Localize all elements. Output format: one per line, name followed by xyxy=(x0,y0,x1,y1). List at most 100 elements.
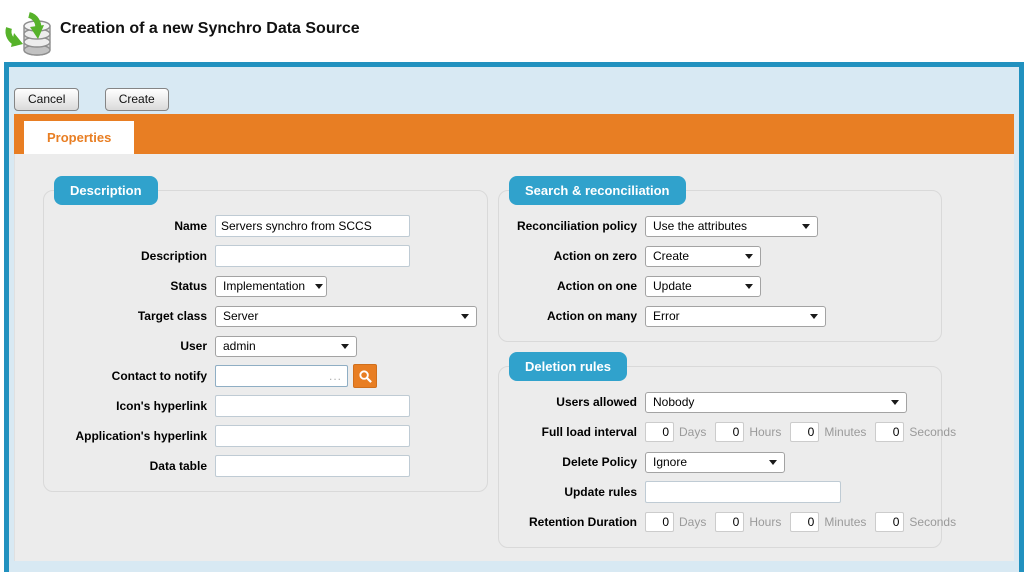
cancel-button[interactable]: Cancel xyxy=(14,88,79,111)
retention-hours-input[interactable] xyxy=(715,512,744,532)
users-allowed-select-value: Nobody xyxy=(653,395,694,409)
status-select[interactable]: Implementation xyxy=(215,276,327,297)
name-label: Name xyxy=(54,219,207,233)
action-on-many-select[interactable]: Error xyxy=(645,306,826,327)
search-icon xyxy=(358,369,373,384)
create-button[interactable]: Create xyxy=(105,88,169,111)
reconciliation-policy-label: Reconciliation policy xyxy=(509,219,637,233)
chevron-down-icon xyxy=(745,254,753,259)
fieldset-description-legend: Description xyxy=(54,176,158,205)
icon-hyperlink-input[interactable] xyxy=(215,395,410,417)
action-on-zero-label: Action on zero xyxy=(509,249,637,263)
field-row-action-on-one: Action on one Update xyxy=(509,275,931,297)
full-load-seconds-input[interactable] xyxy=(875,422,904,442)
chevron-down-icon xyxy=(802,224,810,229)
field-row-status: Status Implementation xyxy=(54,275,477,297)
contact-to-notify-label: Contact to notify xyxy=(54,369,207,383)
users-allowed-label: Users allowed xyxy=(509,395,637,409)
chevron-down-icon xyxy=(315,284,323,289)
data-table-label: Data table xyxy=(54,459,207,473)
status-label: Status xyxy=(54,279,207,293)
delete-policy-label: Delete Policy xyxy=(509,455,637,469)
update-rules-input[interactable] xyxy=(645,481,841,503)
status-select-value: Implementation xyxy=(223,279,305,293)
minutes-unit-label: Minutes xyxy=(824,425,866,439)
field-row-data-table: Data table xyxy=(54,455,477,477)
tab-bar: Properties xyxy=(14,114,1014,154)
retention-duration-label: Retention Duration xyxy=(509,515,637,529)
form-frame: Cancel Create Properties Description Nam… xyxy=(4,62,1024,572)
contact-search-button[interactable] xyxy=(353,364,377,388)
users-allowed-select[interactable]: Nobody xyxy=(645,392,907,413)
field-row-icon-hyperlink: Icon's hyperlink xyxy=(54,395,477,417)
fieldset-deletion-rules: Deletion rules Users allowed Nobody Full… xyxy=(498,366,942,548)
retention-seconds-input[interactable] xyxy=(875,512,904,532)
field-row-user: User admin xyxy=(54,335,477,357)
action-on-zero-select-value: Create xyxy=(653,249,689,263)
toolbar: Cancel Create xyxy=(14,67,1014,114)
application-hyperlink-label: Application's hyperlink xyxy=(54,429,207,443)
hours-unit-label: Hours xyxy=(749,515,781,529)
action-on-one-select-value: Update xyxy=(653,279,692,293)
properties-panel: Description Name Description Status Impl… xyxy=(14,154,1014,561)
contact-to-notify-input[interactable] xyxy=(215,365,348,387)
field-row-delete-policy: Delete Policy Ignore xyxy=(509,451,931,473)
seconds-unit-label: Seconds xyxy=(909,425,956,439)
chevron-down-icon xyxy=(769,460,777,465)
action-on-one-select[interactable]: Update xyxy=(645,276,761,297)
icon-hyperlink-label: Icon's hyperlink xyxy=(54,399,207,413)
minutes-unit-label: Minutes xyxy=(824,515,866,529)
hours-unit-label: Hours xyxy=(749,425,781,439)
fieldset-search-reconciliation: Search & reconciliation Reconciliation p… xyxy=(498,190,942,342)
reconciliation-policy-select-value: Use the attributes xyxy=(653,219,747,233)
fieldset-deletion-rules-legend: Deletion rules xyxy=(509,352,627,381)
chevron-down-icon xyxy=(745,284,753,289)
field-row-retention-duration: Retention Duration Days Hours Minutes Se… xyxy=(509,511,931,533)
full-load-minutes-input[interactable] xyxy=(790,422,819,442)
tab-properties[interactable]: Properties xyxy=(24,121,134,154)
chevron-down-icon xyxy=(461,314,469,319)
name-input[interactable] xyxy=(215,215,410,237)
field-row-target-class: Target class Server xyxy=(54,305,477,327)
days-unit-label: Days xyxy=(679,515,706,529)
fieldset-search-reconciliation-legend: Search & reconciliation xyxy=(509,176,686,205)
fieldset-description: Description Name Description Status Impl… xyxy=(43,190,488,492)
user-select-value: admin xyxy=(223,339,256,353)
chevron-down-icon xyxy=(810,314,818,319)
field-row-description: Description xyxy=(54,245,477,267)
application-hyperlink-input[interactable] xyxy=(215,425,410,447)
retention-minutes-input[interactable] xyxy=(790,512,819,532)
user-label: User xyxy=(54,339,207,353)
target-class-select-value: Server xyxy=(223,309,258,323)
delete-policy-select[interactable]: Ignore xyxy=(645,452,785,473)
page-header: Creation of a new Synchro Data Source xyxy=(0,0,1028,62)
chevron-down-icon xyxy=(341,344,349,349)
delete-policy-select-value: Ignore xyxy=(653,455,687,469)
data-table-input[interactable] xyxy=(215,455,410,477)
action-on-many-label: Action on many xyxy=(509,309,637,323)
chevron-down-icon xyxy=(891,400,899,405)
full-load-hours-input[interactable] xyxy=(715,422,744,442)
field-row-contact-to-notify: Contact to notify ... xyxy=(54,365,477,387)
full-load-days-input[interactable] xyxy=(645,422,674,442)
field-row-users-allowed: Users allowed Nobody xyxy=(509,391,931,413)
field-row-application-hyperlink: Application's hyperlink xyxy=(54,425,477,447)
description-input[interactable] xyxy=(215,245,410,267)
synchro-datasource-icon xyxy=(4,8,54,58)
field-row-reconciliation-policy: Reconciliation policy Use the attributes xyxy=(509,215,931,237)
target-class-select[interactable]: Server xyxy=(215,306,477,327)
page-title: Creation of a new Synchro Data Source xyxy=(60,20,360,38)
action-on-one-label: Action on one xyxy=(509,279,637,293)
days-unit-label: Days xyxy=(679,425,706,439)
field-row-full-load-interval: Full load interval Days Hours Minutes Se… xyxy=(509,421,931,443)
action-on-zero-select[interactable]: Create xyxy=(645,246,761,267)
reconciliation-policy-select[interactable]: Use the attributes xyxy=(645,216,818,237)
contact-autocomplete: ... xyxy=(215,365,348,387)
description-label: Description xyxy=(54,249,207,263)
field-row-name: Name xyxy=(54,215,477,237)
action-on-many-select-value: Error xyxy=(653,309,680,323)
user-select[interactable]: admin xyxy=(215,336,357,357)
full-load-interval-label: Full load interval xyxy=(509,425,637,439)
retention-days-input[interactable] xyxy=(645,512,674,532)
update-rules-label: Update rules xyxy=(509,485,637,499)
